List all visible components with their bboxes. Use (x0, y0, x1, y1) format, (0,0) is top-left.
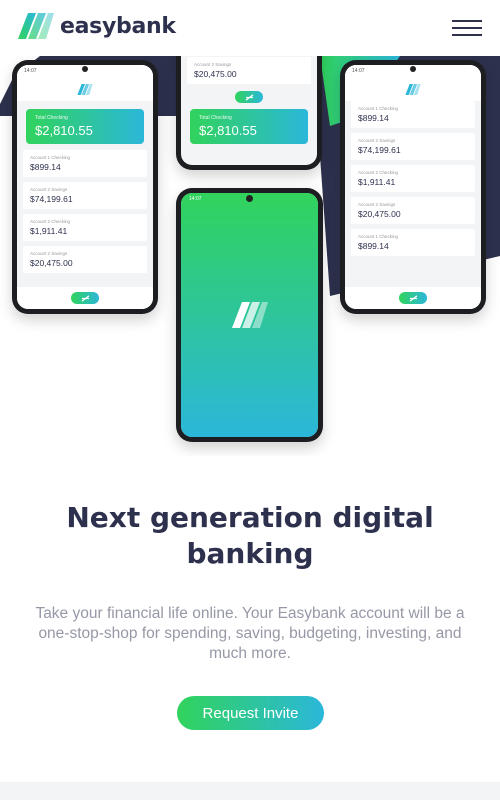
hero-mockups: 14:07 Total Checking $2,810.55 Account 1… (0, 56, 500, 456)
account-card: Account 2 Savings $20,475.00 (23, 246, 147, 273)
phone-mockup-right: 14:07 Account 1 Checking $899.14 Account … (340, 60, 486, 314)
brand-logo[interactable]: easybank (18, 13, 176, 39)
next-section-edge (0, 782, 500, 800)
page-title: Next generation digital banking (20, 500, 480, 572)
account-card: Account 2 Checking $1,911.41 (351, 165, 475, 192)
splash-screen: 14:07 (181, 193, 318, 437)
brand-name: easybank (60, 13, 176, 39)
status-time: 14:07 (189, 196, 202, 202)
status-time: 14:07 (24, 68, 37, 74)
hamburger-line (452, 27, 482, 29)
account-card: Account 2 Savings $74,199.61 (23, 182, 147, 209)
easybank-logo-icon (18, 13, 54, 39)
status-time: 14:07 (352, 68, 365, 74)
account-card: Account 2 Savings $20,475.00 (351, 197, 475, 224)
account-card: Account 2 Savings $74,199.61 (351, 133, 475, 160)
account-card: Account 2 Savings $20,475.00 (187, 57, 311, 84)
phone-mockup-left: 14:07 Total Checking $2,810.55 Account 1… (12, 60, 158, 314)
app-logo-icon (405, 83, 421, 95)
phone-mockup-center: 14:07 (176, 188, 323, 442)
account-card: Account 1 Checking $899.14 (351, 229, 475, 256)
transfer-icon (235, 91, 263, 103)
total-checking-card: Total Checking $2,810.55 (26, 109, 144, 144)
page-title-line-2: banking (186, 537, 314, 570)
site-header: easybank (0, 0, 500, 56)
total-checking-card: Total Checking $2,810.55 (190, 109, 308, 144)
account-card: Account 1 Checking $899.14 (23, 150, 147, 177)
hamburger-menu-icon[interactable] (452, 20, 482, 36)
request-invite-button[interactable]: Request Invite (177, 696, 324, 730)
hamburger-line (452, 20, 482, 22)
hero-description: Take your financial life online. Your Ea… (35, 605, 465, 662)
phone-mockup-top-center: Account 2 Savings $20,475.00 Total Checki… (176, 56, 322, 170)
account-card: Account 2 Checking $1,911.41 (23, 214, 147, 241)
transfer-icon (399, 292, 427, 304)
easybank-logo-icon (231, 302, 268, 328)
account-card: Account 1 Checking $899.14 (351, 101, 475, 128)
transfer-icon (71, 292, 99, 304)
page-title-line-1: Next generation digital (66, 501, 434, 534)
hamburger-line (452, 34, 482, 36)
app-logo-icon (77, 83, 93, 95)
